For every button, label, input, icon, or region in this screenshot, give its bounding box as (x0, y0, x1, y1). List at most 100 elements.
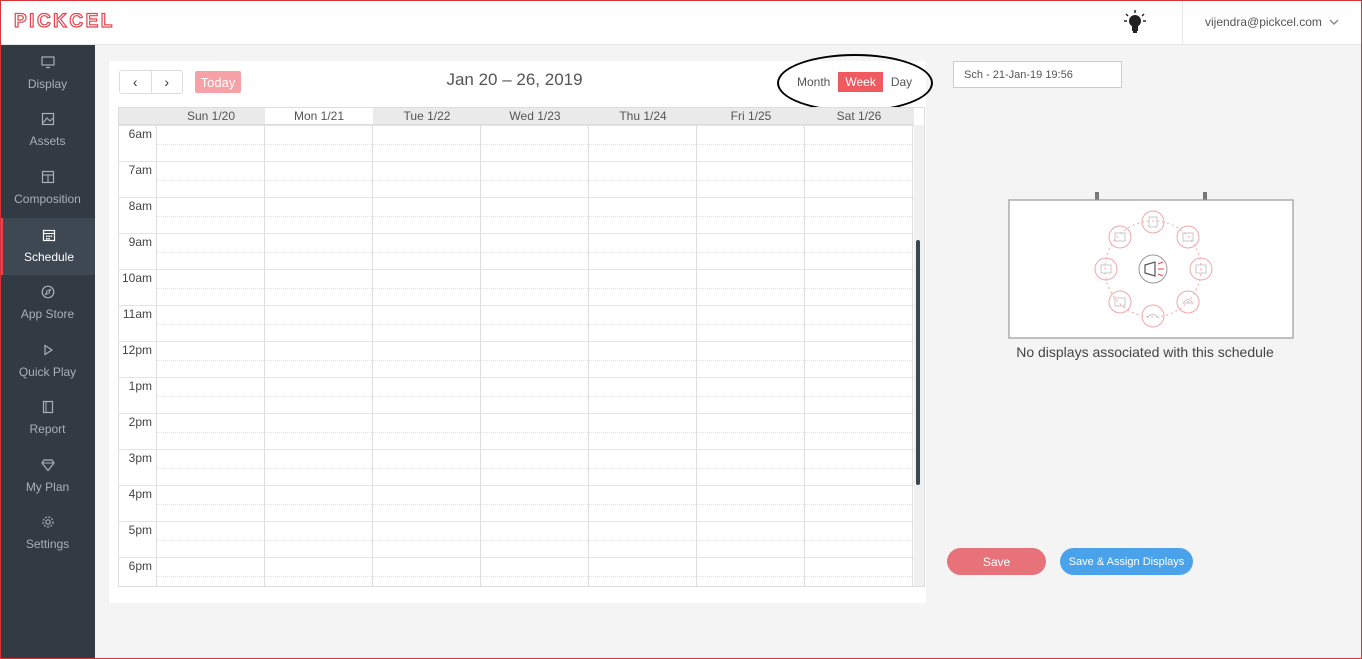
time-slot[interactable] (805, 522, 913, 557)
day-header[interactable]: Fri 1/25 (697, 108, 805, 124)
sidebar-item-display[interactable]: Display (0, 45, 95, 102)
time-slot[interactable] (481, 306, 589, 341)
time-slot[interactable] (373, 378, 481, 413)
time-slot[interactable] (157, 486, 265, 521)
time-slot[interactable] (805, 450, 913, 485)
time-slot[interactable] (373, 162, 481, 197)
save-assign-displays-button[interactable]: Save & Assign Displays (1060, 548, 1193, 575)
user-email[interactable]: vijendra@pickcel.com (1205, 15, 1322, 29)
time-slot[interactable] (373, 486, 481, 521)
sidebar-item-settings[interactable]: Settings (0, 505, 95, 562)
time-slot[interactable] (373, 234, 481, 269)
view-day-button[interactable]: Day (884, 72, 919, 92)
time-slot[interactable] (697, 162, 805, 197)
time-slot[interactable] (589, 234, 697, 269)
time-slot[interactable] (373, 522, 481, 557)
time-slot[interactable] (265, 306, 373, 341)
time-slot[interactable] (481, 234, 589, 269)
time-slot[interactable] (157, 306, 265, 341)
time-slot[interactable] (481, 450, 589, 485)
day-header[interactable]: Wed 1/23 (481, 108, 589, 124)
time-slot[interactable] (157, 522, 265, 557)
time-slot[interactable] (265, 342, 373, 377)
view-month-button[interactable]: Month (790, 72, 837, 92)
time-slot[interactable] (697, 342, 805, 377)
time-slot[interactable] (589, 486, 697, 521)
time-slot[interactable] (697, 522, 805, 557)
time-slot[interactable] (697, 378, 805, 413)
time-slot[interactable] (481, 486, 589, 521)
time-slot[interactable] (265, 378, 373, 413)
time-slot[interactable] (265, 198, 373, 233)
view-week-button[interactable]: Week (838, 72, 883, 92)
time-slot[interactable] (265, 270, 373, 305)
time-slot[interactable] (697, 198, 805, 233)
pickcel-logo[interactable]: PICKCEL (13, 10, 115, 33)
sidebar-item-report[interactable]: Report (0, 390, 95, 447)
time-slot[interactable] (697, 234, 805, 269)
time-slot[interactable] (265, 414, 373, 449)
lightbulb-icon[interactable] (1124, 10, 1146, 34)
time-slot[interactable] (589, 522, 697, 557)
time-slot[interactable] (805, 378, 913, 413)
time-slot[interactable] (265, 450, 373, 485)
time-slot[interactable] (157, 378, 265, 413)
schedule-name-input[interactable]: Sch - 21-Jan-19 19:56 (953, 61, 1122, 88)
time-slot[interactable] (373, 126, 481, 161)
time-slot[interactable] (157, 126, 265, 161)
time-slot[interactable] (265, 126, 373, 161)
time-slot[interactable] (697, 414, 805, 449)
time-slot[interactable] (589, 558, 697, 586)
time-slot[interactable] (265, 234, 373, 269)
time-slot[interactable] (157, 234, 265, 269)
time-slot[interactable] (373, 414, 481, 449)
time-slot[interactable] (697, 306, 805, 341)
time-slot[interactable] (805, 234, 913, 269)
time-slot[interactable] (805, 486, 913, 521)
time-slot[interactable] (805, 198, 913, 233)
sidebar-item-app-store[interactable]: App Store (0, 275, 95, 332)
time-slot[interactable] (157, 198, 265, 233)
time-slot[interactable] (589, 270, 697, 305)
time-slot[interactable] (589, 342, 697, 377)
sidebar-item-quick-play[interactable]: Quick Play (0, 333, 95, 390)
time-slot[interactable] (373, 450, 481, 485)
time-slot[interactable] (697, 486, 805, 521)
time-slot[interactable] (697, 450, 805, 485)
time-slot[interactable] (589, 378, 697, 413)
time-slot[interactable] (157, 414, 265, 449)
time-slot[interactable] (265, 522, 373, 557)
time-slot[interactable] (589, 414, 697, 449)
time-slot[interactable] (265, 162, 373, 197)
time-slot[interactable] (481, 378, 589, 413)
time-slot[interactable] (805, 558, 913, 586)
time-slot[interactable] (697, 126, 805, 161)
time-slot[interactable] (805, 414, 913, 449)
time-slot[interactable] (373, 270, 481, 305)
day-header[interactable]: Sun 1/20 (157, 108, 265, 124)
time-slot[interactable] (589, 450, 697, 485)
time-slot[interactable] (589, 162, 697, 197)
day-header[interactable]: Sat 1/26 (805, 108, 913, 124)
sidebar-item-composition[interactable]: Composition (0, 160, 95, 217)
sidebar-item-assets[interactable]: Assets (0, 102, 95, 159)
grid-scrollbar[interactable] (914, 125, 924, 586)
time-slot[interactable] (805, 126, 913, 161)
time-slot[interactable] (157, 270, 265, 305)
sidebar-item-schedule[interactable]: Schedule (0, 218, 95, 275)
time-slot[interactable] (157, 162, 265, 197)
day-header[interactable]: Thu 1/24 (589, 108, 697, 124)
time-slot[interactable] (265, 558, 373, 586)
time-slot[interactable] (481, 270, 589, 305)
time-slot[interactable] (481, 558, 589, 586)
sidebar-item-my-plan[interactable]: My Plan (0, 448, 95, 505)
time-slot[interactable] (481, 342, 589, 377)
time-slot[interactable] (481, 126, 589, 161)
time-slot[interactable] (589, 198, 697, 233)
time-slot[interactable] (481, 414, 589, 449)
day-header[interactable]: Tue 1/22 (373, 108, 481, 124)
time-slot[interactable] (373, 558, 481, 586)
time-slot[interactable] (805, 162, 913, 197)
time-slot[interactable] (805, 306, 913, 341)
time-slot[interactable] (373, 198, 481, 233)
